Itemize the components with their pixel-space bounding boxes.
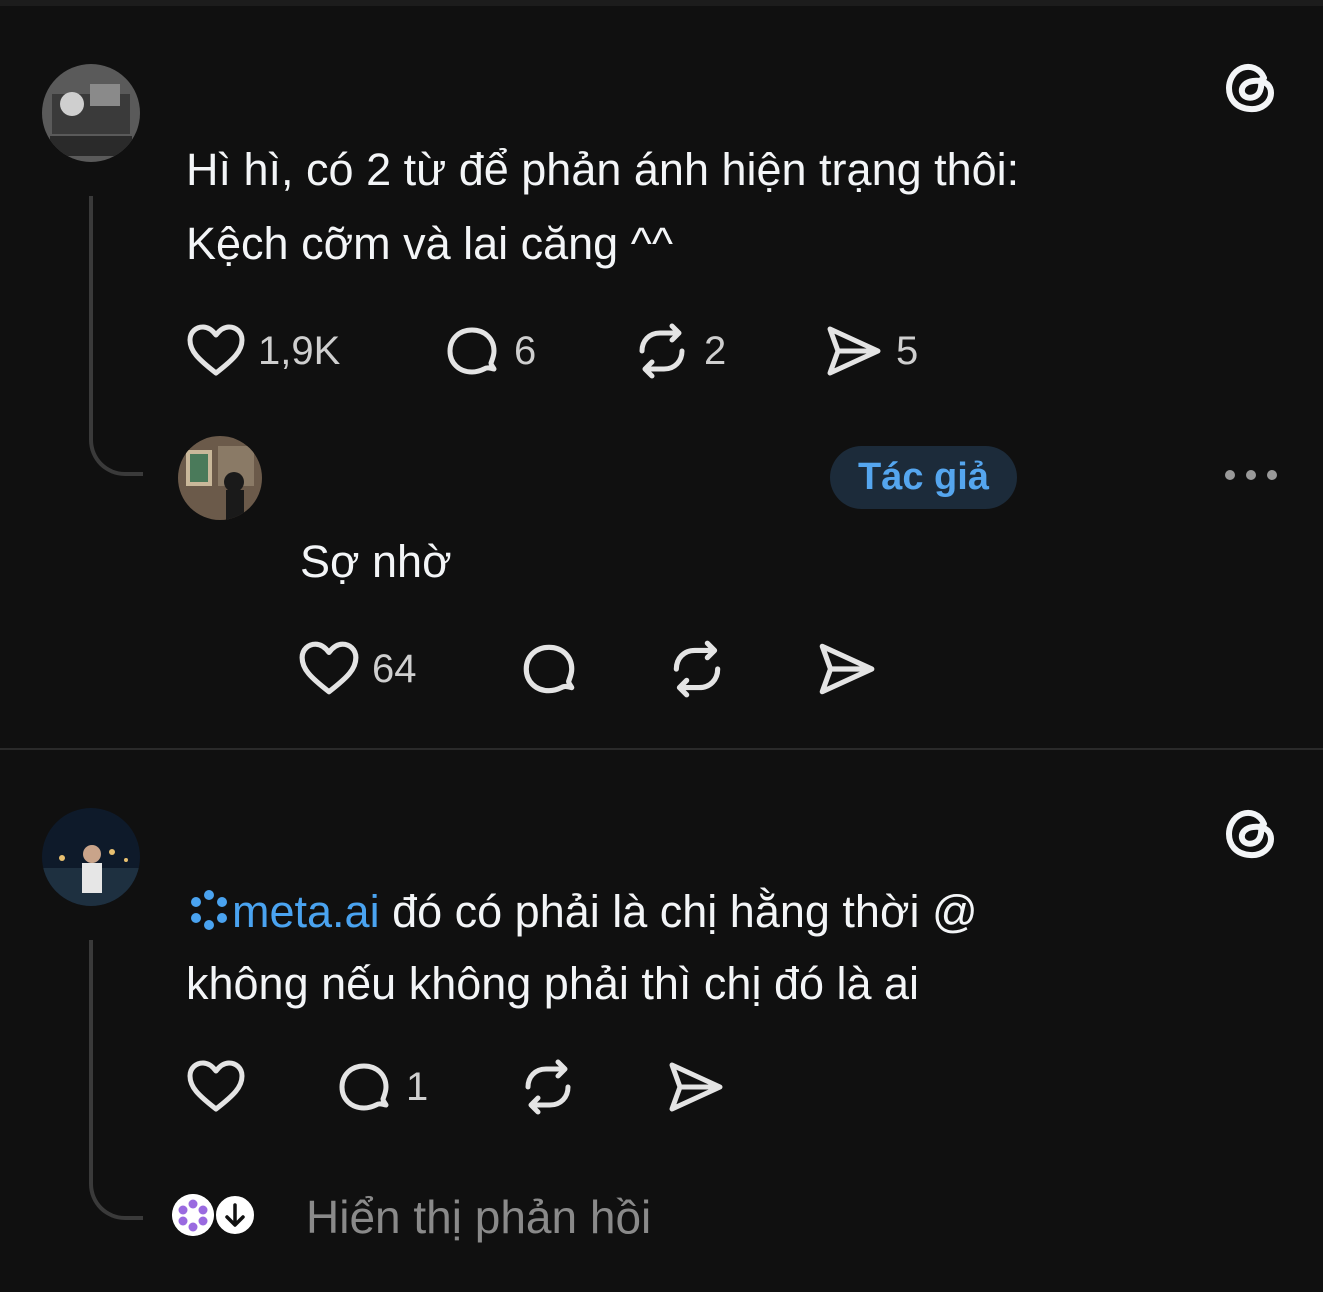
repost-count: 2 bbox=[704, 328, 727, 373]
comment-button[interactable]: 6 bbox=[442, 316, 536, 386]
reply-count: 1 bbox=[406, 1064, 429, 1109]
heart-icon bbox=[187, 1060, 245, 1112]
share-count: 5 bbox=[896, 328, 919, 373]
post-2: meta.ai đó có phải là chị hằng thời @ kh… bbox=[0, 750, 1323, 1292]
avatar[interactable] bbox=[178, 436, 262, 520]
like-count: 1,9K bbox=[258, 328, 341, 373]
more-icon[interactable] bbox=[1222, 464, 1280, 486]
mention-link[interactable]: meta.ai bbox=[232, 886, 380, 937]
author-badge: Tác giả bbox=[830, 446, 1017, 509]
repost-icon bbox=[639, 323, 685, 379]
reply-count: 6 bbox=[514, 328, 537, 373]
share-icon bbox=[669, 1062, 723, 1112]
threads-logo-icon[interactable] bbox=[1220, 802, 1282, 864]
comment-icon bbox=[447, 327, 497, 375]
show-replies-label: Hiển thị phản hồi bbox=[306, 1191, 652, 1243]
repost-icon bbox=[525, 1059, 571, 1115]
avatar[interactable] bbox=[42, 808, 140, 906]
share-icon bbox=[827, 326, 881, 376]
comment-button[interactable] bbox=[518, 634, 580, 704]
post-actions: 1 bbox=[186, 1052, 786, 1122]
post-text-line-2: không nếu không phải thì chị đó là ai bbox=[186, 958, 920, 1009]
thread-line bbox=[89, 940, 93, 1180]
meta-ai-icon bbox=[191, 890, 227, 930]
post-text-line-1: meta.ai đó có phải là chị hằng thời @ bbox=[186, 876, 978, 948]
like-button[interactable]: 64 bbox=[298, 634, 417, 704]
arrow-down-icon bbox=[214, 1194, 256, 1236]
share-icon bbox=[819, 643, 875, 695]
share-button[interactable]: 5 bbox=[822, 316, 918, 386]
threads-logo-icon[interactable] bbox=[1220, 56, 1282, 118]
comment-icon bbox=[339, 1063, 389, 1111]
avatar[interactable] bbox=[42, 64, 140, 162]
share-button[interactable] bbox=[664, 1052, 726, 1122]
heart-icon bbox=[187, 324, 245, 376]
repost-icon bbox=[673, 640, 721, 698]
meta-ai-icon bbox=[172, 1194, 214, 1236]
post-actions: 1,9K 6 2 5 bbox=[186, 316, 986, 386]
comment-button[interactable]: 1 bbox=[334, 1052, 428, 1122]
repost-button[interactable] bbox=[518, 1052, 578, 1122]
repost-button[interactable] bbox=[666, 634, 728, 704]
like-button[interactable]: 1,9K bbox=[186, 316, 340, 386]
reply-text: Sợ nhờ bbox=[300, 536, 452, 587]
post-text-line-1: Hì hì, có 2 từ để phản ánh hiện trạng th… bbox=[186, 144, 1020, 195]
like-count: 64 bbox=[372, 646, 417, 691]
post-1: Hì hì, có 2 từ để phản ánh hiện trạng th… bbox=[0, 0, 1323, 748]
heart-icon bbox=[299, 641, 359, 695]
reply-username[interactable] bbox=[300, 454, 310, 497]
like-button[interactable] bbox=[186, 1052, 246, 1122]
post-text-rest: đó có phải là chị hằng thời @ bbox=[379, 886, 978, 937]
thread-elbow bbox=[89, 400, 143, 476]
show-replies-button[interactable]: Hiển thị phản hồi bbox=[170, 1190, 730, 1260]
reply-actions: 64 bbox=[298, 634, 918, 704]
repost-button[interactable]: 2 bbox=[632, 316, 726, 386]
share-button[interactable] bbox=[814, 634, 878, 704]
post-text-line-2: Kệch cỡm và lai căng ^^ bbox=[186, 218, 673, 269]
thread-elbow bbox=[89, 1146, 143, 1220]
comment-icon bbox=[523, 644, 575, 694]
